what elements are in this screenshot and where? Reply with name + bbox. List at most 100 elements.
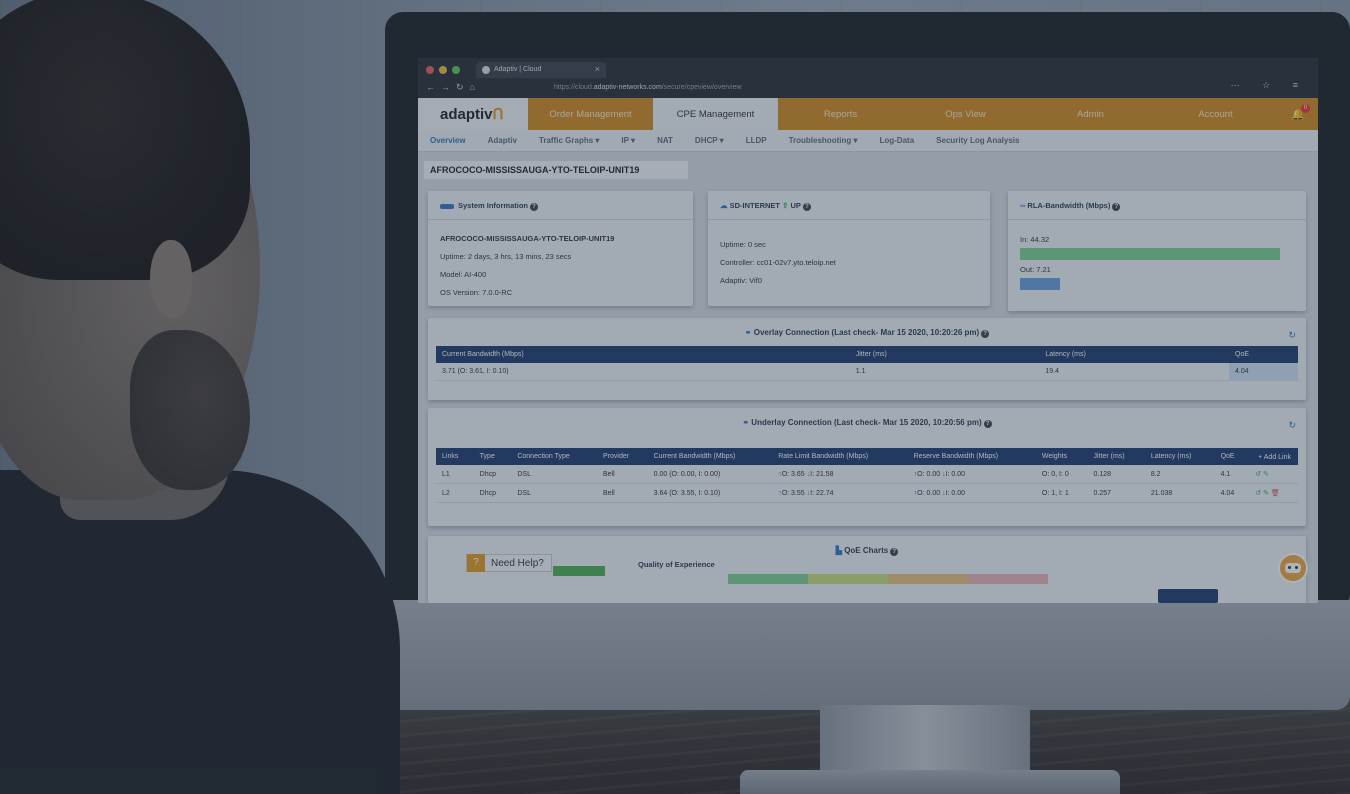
col-header: QoE	[1229, 346, 1298, 363]
minimize-dot[interactable]	[439, 66, 447, 74]
subnav-traffic-graphs[interactable]: Traffic Graphs ▾	[539, 136, 599, 145]
cell: 0.00 (O: 0.00, I: 0.00)	[647, 465, 773, 484]
tab-close-icon[interactable]: ×	[595, 64, 600, 74]
nav-reports[interactable]: Reports	[778, 98, 903, 130]
underlay-table: Links Type Connection Type Provider Curr…	[436, 448, 1298, 503]
help-icon[interactable]: ?	[981, 330, 990, 338]
cell: Bell	[597, 465, 648, 484]
help-icon[interactable]: ?	[890, 548, 899, 556]
underlay-title: ⚭ Underlay Connection (Last check- Mar 1…	[428, 408, 1306, 436]
undo-icon[interactable]: ↺	[1255, 471, 1261, 478]
nav-label: Ops View	[945, 108, 986, 120]
overlay-table: Current Bandwidth (Mbps) Jitter (ms) Lat…	[436, 346, 1298, 381]
nav-account[interactable]: Account	[1153, 98, 1278, 130]
notifications-bell-icon[interactable]: 🔔 0	[1278, 98, 1318, 130]
subnav-ip[interactable]: IP ▾	[621, 136, 635, 145]
cell: ↑O: 0.00 ↓I: 0.00	[907, 465, 1036, 484]
help-icon[interactable]: ?	[983, 420, 992, 428]
notification-badge: 0	[1301, 104, 1310, 113]
col-header: Weights	[1035, 448, 1088, 465]
undo-icon[interactable]: ↺	[1255, 490, 1261, 497]
nav-ops-view[interactable]: Ops View	[903, 98, 1028, 130]
help-icon[interactable]: ?	[530, 203, 539, 211]
edit-icon[interactable]: ✎	[1263, 490, 1269, 497]
system-info-card: System Information? AFROCOCO-MISSISSAUGA…	[428, 191, 693, 306]
cell: Dhcp	[473, 465, 512, 484]
col-header: Latency (ms)	[1039, 346, 1229, 363]
qoe-title-text: QoE Charts	[844, 546, 889, 555]
sd-internet-card: ☁ SD-INTERNET ⇧ UP? Uptime: 0 sec Contro…	[708, 191, 990, 306]
cell: 8.2	[1144, 465, 1215, 484]
subnav-adaptiv[interactable]: Adaptiv	[488, 136, 517, 145]
sd-internet-body: Uptime: 0 sec Controller: cc01-02v7.yto.…	[708, 220, 990, 300]
overlay-title-date: Mar 15 2020, 10:20:26 pm)	[880, 328, 980, 337]
browser-toolbar-icons[interactable]: ⋯ ☆ ≡	[1231, 80, 1308, 91]
subnav-nat[interactable]: NAT	[657, 136, 673, 145]
refresh-icon[interactable]: ↻	[1288, 330, 1296, 341]
nav-order-management[interactable]: Order Management	[528, 98, 653, 130]
browser-toolbar: Adaptiv | Cloud × ←→↻⌂ https://cloud.ada…	[418, 58, 1318, 98]
table-header-row: Links Type Connection Type Provider Curr…	[436, 448, 1298, 465]
col-header: Jitter (ms)	[1087, 448, 1145, 465]
edit-icon[interactable]: ✎	[1263, 471, 1269, 478]
server-icon	[440, 203, 454, 209]
robot-face	[1285, 563, 1301, 573]
cell: 3.64 (O: 3.55, I: 0.10)	[647, 483, 773, 503]
close-dot[interactable]	[426, 66, 434, 74]
action-cell: ↺ ✎	[1249, 465, 1298, 484]
qoe-subtitle: Quality of Experience	[638, 560, 715, 569]
nav-admin[interactable]: Admin	[1028, 98, 1153, 130]
add-link-button[interactable]: + Add Link	[1253, 452, 1296, 463]
overlay-title-prefix: Overlay Connection (Last check-	[753, 328, 879, 337]
browser-tab[interactable]: Adaptiv | Cloud ×	[476, 62, 606, 78]
table-header-row: Current Bandwidth (Mbps) Jitter (ms) Lat…	[436, 346, 1298, 363]
link-icon: ⚭	[742, 418, 750, 427]
browser-nav-icons[interactable]: ←→↻⌂	[426, 82, 481, 93]
cell: 1.1	[849, 363, 1040, 381]
col-header: Current Bandwidth (Mbps)	[436, 346, 850, 363]
need-help-button[interactable]: ? Need Help?	[466, 554, 552, 572]
help-icon[interactable]: ?	[802, 203, 811, 211]
qoe-cell: 4.04	[1229, 363, 1298, 381]
help-icon[interactable]: ?	[1112, 203, 1121, 211]
table-row: L2 Dhcp DSL Bell 3.64 (O: 3.55, I: 0.10)…	[436, 483, 1298, 503]
qoe-strip-orange	[888, 574, 968, 584]
maximize-dot[interactable]	[452, 66, 460, 74]
sd-internet-header: ☁ SD-INTERNET ⇧ UP?	[708, 191, 990, 220]
chatbot-robot-icon[interactable]	[1278, 553, 1308, 583]
subnav-troubleshooting[interactable]: Troubleshooting ▾	[789, 136, 858, 145]
nav-label: CPE Management	[676, 108, 755, 120]
url-domain: adaptiv-networks.com	[593, 84, 662, 91]
equals-icon: ═	[1020, 201, 1026, 210]
address-bar[interactable]: https://cloud.adaptiv-networks.com/secur…	[548, 81, 1108, 95]
nav-cpe-management[interactable]: CPE Management	[653, 98, 778, 130]
col-header: Provider	[597, 448, 648, 465]
upload-icon: ⇧	[782, 201, 789, 210]
subnav-dhcp[interactable]: DHCP ▾	[695, 136, 724, 145]
sub-navigation: Overview Adaptiv Traffic Graphs ▾ IP ▾ N…	[418, 130, 1318, 152]
qoe-strip-yellow	[808, 574, 888, 584]
subnav-security-log[interactable]: Security Log Analysis	[936, 136, 1019, 145]
view-button[interactable]	[1158, 589, 1218, 603]
monitor-foot	[740, 770, 1120, 794]
qoe-title: ▙ QoE Charts?	[428, 536, 1306, 564]
refresh-icon[interactable]: ↻	[1288, 420, 1296, 431]
cell: O: 1, I: 1	[1035, 483, 1088, 503]
overlay-title: ⚭ Overlay Connection (Last check- Mar 15…	[428, 318, 1306, 346]
delete-icon[interactable]: 🗑	[1271, 490, 1280, 497]
subnav-overview[interactable]: Overview	[430, 136, 466, 145]
cell: 0.128	[1087, 465, 1145, 484]
col-header: Current Bandwidth (Mbps)	[647, 448, 773, 465]
cell: Dhcp	[473, 483, 512, 503]
cell: L1	[436, 465, 474, 484]
adaptiv-logo[interactable]: adaptiv ᑎ	[418, 98, 528, 130]
person-shirt	[0, 470, 400, 794]
nav-label: Account	[1198, 108, 1233, 120]
cell: ↑O: 3.55 ↓I: 22.74	[772, 483, 908, 503]
res-up: O: 0.00	[917, 470, 941, 478]
subnav-log-data[interactable]: Log-Data	[879, 136, 914, 145]
cell: 19.4	[1039, 363, 1229, 381]
system-info-title: System Information	[458, 201, 529, 210]
qoe-strip-green	[728, 574, 808, 584]
subnav-lldp[interactable]: LLDP	[746, 136, 767, 145]
